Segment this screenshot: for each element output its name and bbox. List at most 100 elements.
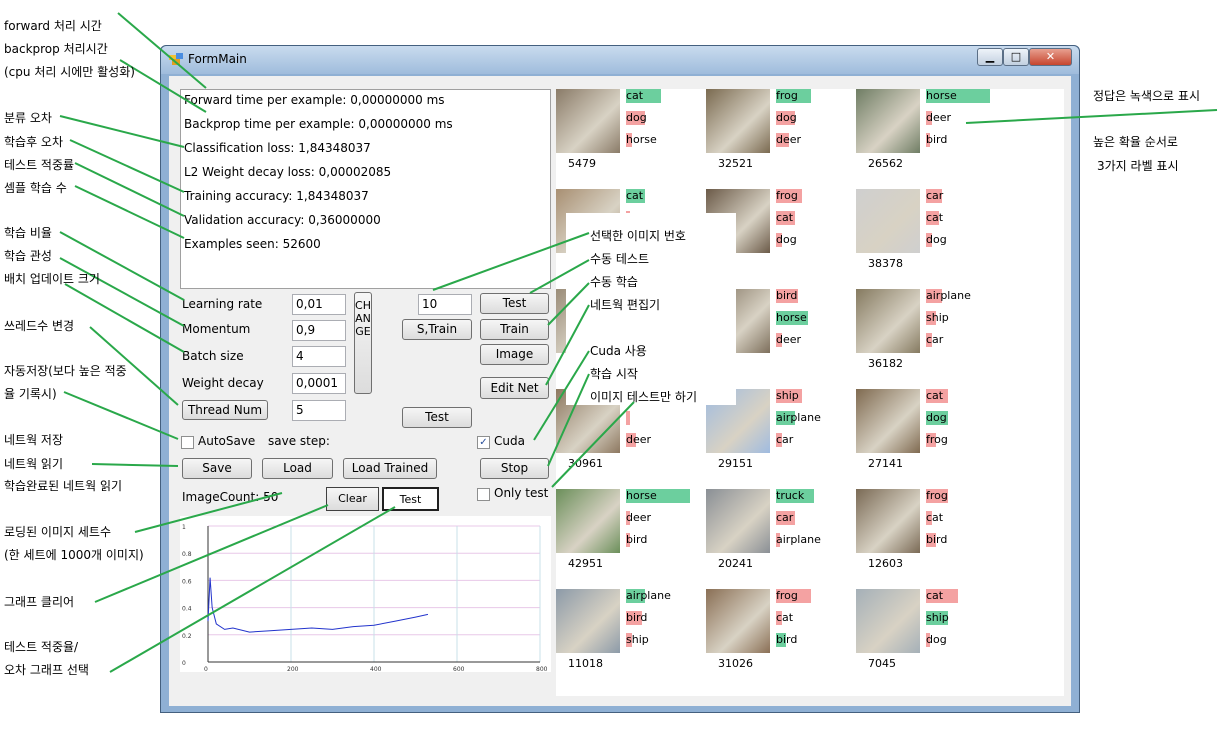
gallery-item[interactable]: 20241 truck car airplane	[706, 489, 856, 579]
s-train-button[interactable]: S,Train	[402, 319, 472, 340]
momentum-input[interactable]: 0,9	[292, 320, 346, 341]
load-button[interactable]: Load	[262, 458, 333, 479]
validation-accuracy-text: Validation accuracy: 0,36000000	[184, 213, 381, 227]
image-index-input[interactable]: 10	[418, 294, 472, 315]
gallery-item[interactable]: 5479 cat dog horse	[556, 89, 706, 179]
prediction-label: cat	[926, 511, 943, 525]
forward-time-text: Forward time per example: 0,00000000 ms	[184, 93, 445, 107]
training-accuracy-text: Training accuracy: 1,84348037	[184, 189, 369, 203]
thumbnail-image[interactable]	[556, 489, 620, 553]
label-text: cat	[926, 211, 944, 224]
annotation-net-load-trained: 학습완료된 네트웍 읽기	[4, 479, 123, 493]
change-button[interactable]: CHANGE	[354, 292, 372, 394]
thumbnail-image[interactable]	[856, 289, 920, 353]
gallery-item[interactable]: 32521 frog dog deer	[706, 89, 856, 179]
save-button[interactable]: Save	[182, 458, 252, 479]
thumbnail-image[interactable]	[706, 489, 770, 553]
x-tick-label: 400	[370, 666, 382, 672]
close-button[interactable]: ✕	[1029, 48, 1072, 66]
stats-textbox[interactable]: Forward time per example: 0,00000000 ms …	[180, 89, 551, 289]
prediction-label: deer	[776, 333, 801, 347]
image-id: 38378	[868, 257, 903, 270]
backprop-time-text: Backprop time per example: 0,00000000 ms	[184, 117, 453, 131]
autosave-checkbox[interactable]	[181, 436, 194, 449]
prediction-label: frog	[776, 189, 802, 203]
prediction-label: cat	[776, 211, 796, 225]
thumbnail-image[interactable]	[706, 89, 770, 153]
thumbnail-image[interactable]	[856, 389, 920, 453]
annotation-manual-test: 수동 테스트	[590, 252, 650, 266]
annotation-forward: forward 처리 시간	[4, 19, 102, 33]
thread-num-button[interactable]: Thread Num	[182, 400, 268, 420]
label-text: dog	[776, 111, 797, 124]
prediction-label: dog	[776, 111, 797, 125]
gallery-item[interactable]: 26562 horse deer bird	[856, 89, 1006, 179]
annotation-cuda-use: Cuda 사용	[590, 344, 647, 358]
gallery-item[interactable]: 12603 frog cat bird	[856, 489, 1006, 579]
annotation-selected-image: 선택한 이미지 번호	[590, 229, 686, 243]
load-trained-button[interactable]: Load Trained	[343, 458, 437, 479]
test-button[interactable]: Test	[480, 293, 549, 314]
annotation-manual-train: 수동 학습	[590, 275, 638, 289]
annotation-autosave-1: 자동저장(보다 높은 적중	[4, 364, 127, 378]
image-button[interactable]: Image	[480, 344, 549, 365]
test-mid-button[interactable]: Test	[402, 407, 472, 428]
clear-button[interactable]: Clear	[326, 487, 379, 511]
annotation-prob-order-2: 3가지 라벨 표시	[1097, 159, 1179, 173]
x-tick-label: 0	[204, 666, 208, 672]
cuda-checkbox[interactable]: ✓	[477, 436, 490, 449]
prediction-label: car	[776, 511, 796, 525]
thumbnail-image[interactable]	[706, 589, 770, 653]
stop-button[interactable]: Stop	[480, 458, 549, 479]
learning-rate-input[interactable]: 0,01	[292, 294, 346, 315]
label-text: airplane	[776, 533, 821, 546]
graph-test-button[interactable]: Test	[382, 487, 439, 511]
label-text: deer	[926, 111, 952, 124]
l2-loss-text: L2 Weight decay loss: 0,00002085	[184, 165, 392, 179]
accuracy-graph[interactable]: 1 0.8 0.6 0.4 0.2 0 0 200 400 600 800	[180, 516, 551, 672]
only-test-checkbox[interactable]	[477, 488, 490, 501]
thread-num-input[interactable]: 5	[292, 400, 346, 421]
momentum-label: Momentum	[182, 322, 251, 336]
prediction-label: bird	[776, 289, 799, 303]
thumbnail-image[interactable]	[856, 89, 920, 153]
thumbnail-image[interactable]	[556, 89, 620, 153]
prediction-label: ship	[776, 389, 802, 403]
edit-net-button[interactable]: Edit Net	[480, 377, 549, 399]
batch-size-label: Batch size	[182, 349, 244, 363]
gallery-item[interactable]: 36182 airplane ship car	[856, 289, 1006, 379]
label-text: airplane	[626, 589, 671, 602]
label-text: dog	[626, 111, 647, 124]
prediction-label: bird	[926, 533, 947, 547]
label-text: horse	[776, 311, 807, 324]
annotation-train-start: 학습 시작	[590, 367, 638, 381]
prediction-label: dog	[926, 633, 947, 647]
gallery-item[interactable]: 31026 frog cat bird	[706, 589, 856, 679]
image-id: 7045	[868, 657, 896, 670]
thumbnail-image[interactable]	[556, 589, 620, 653]
image-id: 42951	[568, 557, 603, 570]
prediction-label: cat	[926, 211, 943, 225]
annotation-thread-change: 쓰레드수 변경	[4, 319, 75, 333]
minimize-button[interactable]: ▁	[977, 48, 1003, 66]
annotation-train-error: 학습후 오차	[4, 135, 64, 149]
app-icon	[169, 53, 183, 65]
train-button[interactable]: Train	[480, 319, 549, 340]
thumbnail-image[interactable]	[856, 189, 920, 253]
only-test-label: Only test	[494, 486, 549, 500]
weight-decay-input[interactable]: 0,0001	[292, 373, 346, 394]
batch-size-input[interactable]: 4	[292, 346, 346, 367]
thumbnail-image[interactable]	[856, 589, 920, 653]
thumbnail-image[interactable]	[856, 489, 920, 553]
maximize-button[interactable]: □	[1003, 48, 1029, 66]
image-count-label: ImageCount: 50	[182, 490, 279, 504]
gallery-item[interactable]: 27141 cat dog frog	[856, 389, 1006, 479]
label-text: deer	[626, 511, 652, 524]
title-bar[interactable]: FormMain ▁ □ ✕	[161, 46, 1079, 74]
x-tick-label: 200	[287, 666, 299, 672]
gallery-item[interactable]: 11018 airplane bird ship	[556, 589, 706, 679]
prediction-label: ship	[626, 633, 649, 647]
gallery-item[interactable]: 42951 horse deer bird	[556, 489, 706, 579]
gallery-item[interactable]: 7045 cat ship dog	[856, 589, 1006, 679]
gallery-item[interactable]: 38378 car cat dog	[856, 189, 1006, 279]
